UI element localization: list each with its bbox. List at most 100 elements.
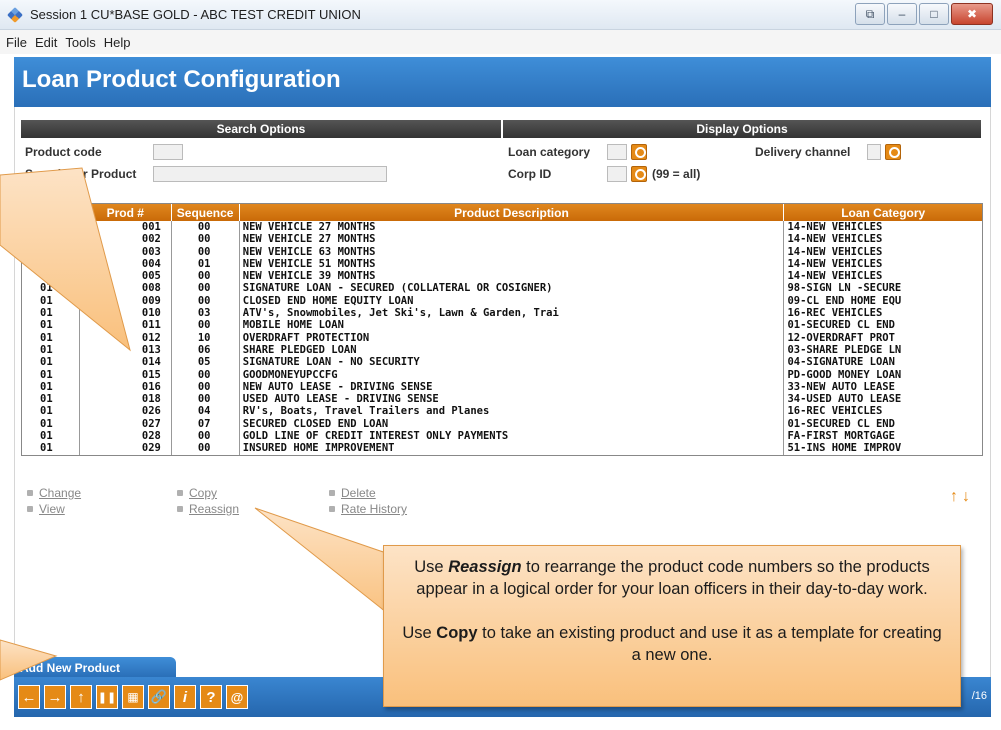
cell-loan-category: 14-NEW VEHICLES bbox=[787, 257, 883, 270]
cell-sequence: 00 bbox=[172, 430, 240, 443]
loan-category-input[interactable] bbox=[607, 144, 627, 160]
cell-prod-num: 001 bbox=[80, 221, 172, 234]
table-row[interactable]: 01 001 00 NEW VEHICLE 27 MONTHS 14-NEW VEHIC… bbox=[22, 221, 982, 234]
bullet-icon bbox=[27, 506, 33, 512]
cell-corp-id: 01 bbox=[22, 430, 80, 443]
cell-sequence: 00 bbox=[172, 368, 240, 381]
restore-alt-button[interactable]: ⧉ bbox=[855, 3, 885, 25]
cell-prod-num: 026 bbox=[80, 405, 172, 418]
cell-prod-num: 003 bbox=[80, 245, 172, 258]
copy-action[interactable]: Copy bbox=[177, 486, 217, 500]
link-icon[interactable]: 🔗 bbox=[148, 685, 170, 709]
table-row[interactable]: 01 005 00 NEW VEHICLE 39 MONTHS 14-NEW VEHIC… bbox=[22, 270, 982, 283]
table-row[interactable]: 01 015 00 GOODMONEYUPCCFG PD-GOOD MONEY LOAN bbox=[22, 368, 982, 381]
table-row[interactable]: 01 010 03 ATV's, Snowmobiles, Jet Ski's, La… bbox=[22, 307, 982, 320]
cell-loan-category: 14-NEW VEHICLES bbox=[787, 233, 883, 246]
cell-description: NEW VEHICLE 51 MONTHS bbox=[240, 257, 785, 271]
delivery-channel-label: Delivery channel bbox=[755, 145, 851, 159]
info-icon[interactable]: i bbox=[174, 685, 196, 709]
callout-reassign-text: Use Reassign to rearrange the product co… bbox=[414, 558, 930, 598]
cell-prod-num: 015 bbox=[80, 368, 172, 381]
pause-icon[interactable]: ❚❚ bbox=[96, 685, 118, 709]
col-corp-id[interactable]: Corp ID bbox=[22, 204, 80, 221]
bullet-icon bbox=[27, 490, 33, 496]
cell-loan-category: 03-SHARE PLEDGE LN bbox=[787, 343, 902, 356]
back-icon[interactable]: ← bbox=[18, 685, 40, 709]
change-action[interactable]: Change bbox=[27, 486, 81, 500]
menu-edit[interactable]: Edit bbox=[35, 35, 57, 50]
scroll-down-icon[interactable]: ↓ bbox=[962, 488, 970, 506]
menu-file[interactable]: File bbox=[6, 35, 27, 50]
bullet-icon bbox=[177, 506, 183, 512]
delivery-channel-input[interactable] bbox=[867, 144, 881, 160]
table-row[interactable]: 01 029 00 INSURED HOME IMPROVEMENT 51-INS HO… bbox=[22, 442, 982, 455]
corp-id-input[interactable] bbox=[607, 166, 627, 182]
col-loan-category[interactable]: Loan Category bbox=[784, 204, 982, 221]
search-product-input[interactable] bbox=[153, 166, 387, 182]
col-product-description[interactable]: Product Description bbox=[240, 204, 785, 221]
window-controls: ⧉ – □ ✖ bbox=[855, 3, 993, 25]
table-header: Corp ID Prod # Sequence Product Descript… bbox=[22, 204, 982, 221]
maximize-button[interactable]: □ bbox=[919, 3, 949, 25]
forward-icon[interactable]: → bbox=[44, 685, 66, 709]
table-row[interactable]: 01 028 00 GOLD LINE OF CREDIT INTEREST ONLY… bbox=[22, 430, 982, 443]
minimize-button[interactable]: – bbox=[887, 3, 917, 25]
bullet-icon bbox=[329, 506, 335, 512]
scroll-up-icon[interactable]: ↑ bbox=[950, 488, 958, 506]
search-options-header: Search Options bbox=[21, 120, 501, 138]
table-row[interactable]: 01 003 00 NEW VEHICLE 63 MONTHS 14-NEW VEHIC… bbox=[22, 245, 982, 258]
cell-description: NEW AUTO LEASE - DRIVING SENSE bbox=[240, 380, 785, 394]
view-action[interactable]: View bbox=[27, 502, 65, 516]
cell-corp-id: 01 bbox=[22, 331, 80, 344]
table-row[interactable]: 01 002 00 NEW VEHICLE 27 MONTHS 14-NEW VEHIC… bbox=[22, 233, 982, 246]
table-row[interactable]: 01 012 10 OVERDRAFT PROTECTION 12-OVERDRAFT … bbox=[22, 331, 982, 344]
cell-description: USED AUTO LEASE - DRIVING SENSE bbox=[240, 393, 785, 406]
cell-sequence: 00 bbox=[172, 233, 240, 246]
cell-loan-category: 01-SECURED CL END bbox=[787, 319, 895, 332]
cell-description: OVERDRAFT PROTECTION bbox=[240, 331, 785, 344]
corp-id-hint: (99 = all) bbox=[652, 167, 701, 181]
table-row[interactable]: 01 027 07 SECURED CLOSED END LOAN 01-SECURED… bbox=[22, 417, 982, 431]
table-row[interactable]: 01 009 00 CLOSED END HOME EQUITY LOAN 09-CL … bbox=[22, 294, 982, 308]
cell-description: NEW VEHICLE 63 MONTHS bbox=[240, 245, 785, 258]
delivery-channel-lookup-icon[interactable] bbox=[885, 144, 901, 160]
reassign-label: Reassign bbox=[189, 502, 240, 516]
cell-prod-num: 005 bbox=[80, 270, 172, 283]
cell-corp-id: 01 bbox=[22, 442, 80, 455]
product-code-input[interactable] bbox=[153, 144, 183, 160]
close-button[interactable]: ✖ bbox=[951, 3, 993, 25]
col-prod-num[interactable]: Prod # bbox=[80, 204, 172, 221]
rate-history-action[interactable]: Rate History bbox=[329, 502, 407, 516]
cell-corp-id: 01 bbox=[22, 294, 80, 308]
table-row[interactable]: 01 026 04 RV's, Boats, Travel Trailers and … bbox=[22, 405, 982, 418]
reassign-action[interactable]: Reassign bbox=[177, 502, 239, 516]
table-row[interactable]: 01 014 05 SIGNATURE LOAN - NO SECURITY 04-SI… bbox=[22, 356, 982, 369]
delete-action[interactable]: Delete bbox=[329, 486, 376, 500]
menu-help[interactable]: Help bbox=[104, 35, 131, 50]
print-icon[interactable]: ▦ bbox=[122, 685, 144, 709]
corp-id-lookup-icon[interactable] bbox=[631, 166, 647, 182]
product-table: Corp ID Prod # Sequence Product Descript… bbox=[21, 203, 983, 456]
email-icon[interactable]: @ bbox=[226, 685, 248, 709]
add-new-product-tab[interactable]: Add New Product bbox=[14, 657, 176, 677]
col-sequence[interactable]: Sequence bbox=[172, 204, 240, 221]
table-row[interactable]: 01 016 00 NEW AUTO LEASE - DRIVING SENSE 33-… bbox=[22, 380, 982, 394]
table-row[interactable]: 01 013 06 SHARE PLEDGED LOAN 03-SHARE PLEDGE… bbox=[22, 343, 982, 357]
loan-category-label: Loan category bbox=[508, 145, 591, 159]
loan-category-lookup-icon[interactable] bbox=[631, 144, 647, 160]
app-logo-icon bbox=[6, 6, 24, 24]
window-title: Session 1 CU*BASE GOLD - ABC TEST CREDIT… bbox=[30, 7, 361, 22]
cell-prod-num: 011 bbox=[80, 319, 172, 332]
help-icon[interactable]: ? bbox=[200, 685, 222, 709]
table-row[interactable]: 01 011 00 MOBILE HOME LOAN 01-SECURED CL END bbox=[22, 319, 982, 332]
cell-sequence: 00 bbox=[172, 380, 240, 394]
cell-corp-id: 01 bbox=[22, 221, 80, 234]
table-row[interactable]: 01 018 00 USED AUTO LEASE - DRIVING SENSE 34… bbox=[22, 393, 982, 406]
menu-tools[interactable]: Tools bbox=[65, 35, 95, 50]
up-icon[interactable]: ↑ bbox=[70, 685, 92, 709]
table-row[interactable]: 01 004 01 NEW VEHICLE 51 MONTHS 14-NEW VEHIC… bbox=[22, 257, 982, 271]
table-row[interactable]: 01 008 00 SIGNATURE LOAN - SECURED (COLLATE… bbox=[22, 282, 982, 295]
cell-prod-num: 013 bbox=[80, 343, 172, 357]
cell-prod-num: 028 bbox=[80, 430, 172, 443]
window-titlebar[interactable]: Session 1 CU*BASE GOLD - ABC TEST CREDIT… bbox=[0, 0, 1001, 30]
